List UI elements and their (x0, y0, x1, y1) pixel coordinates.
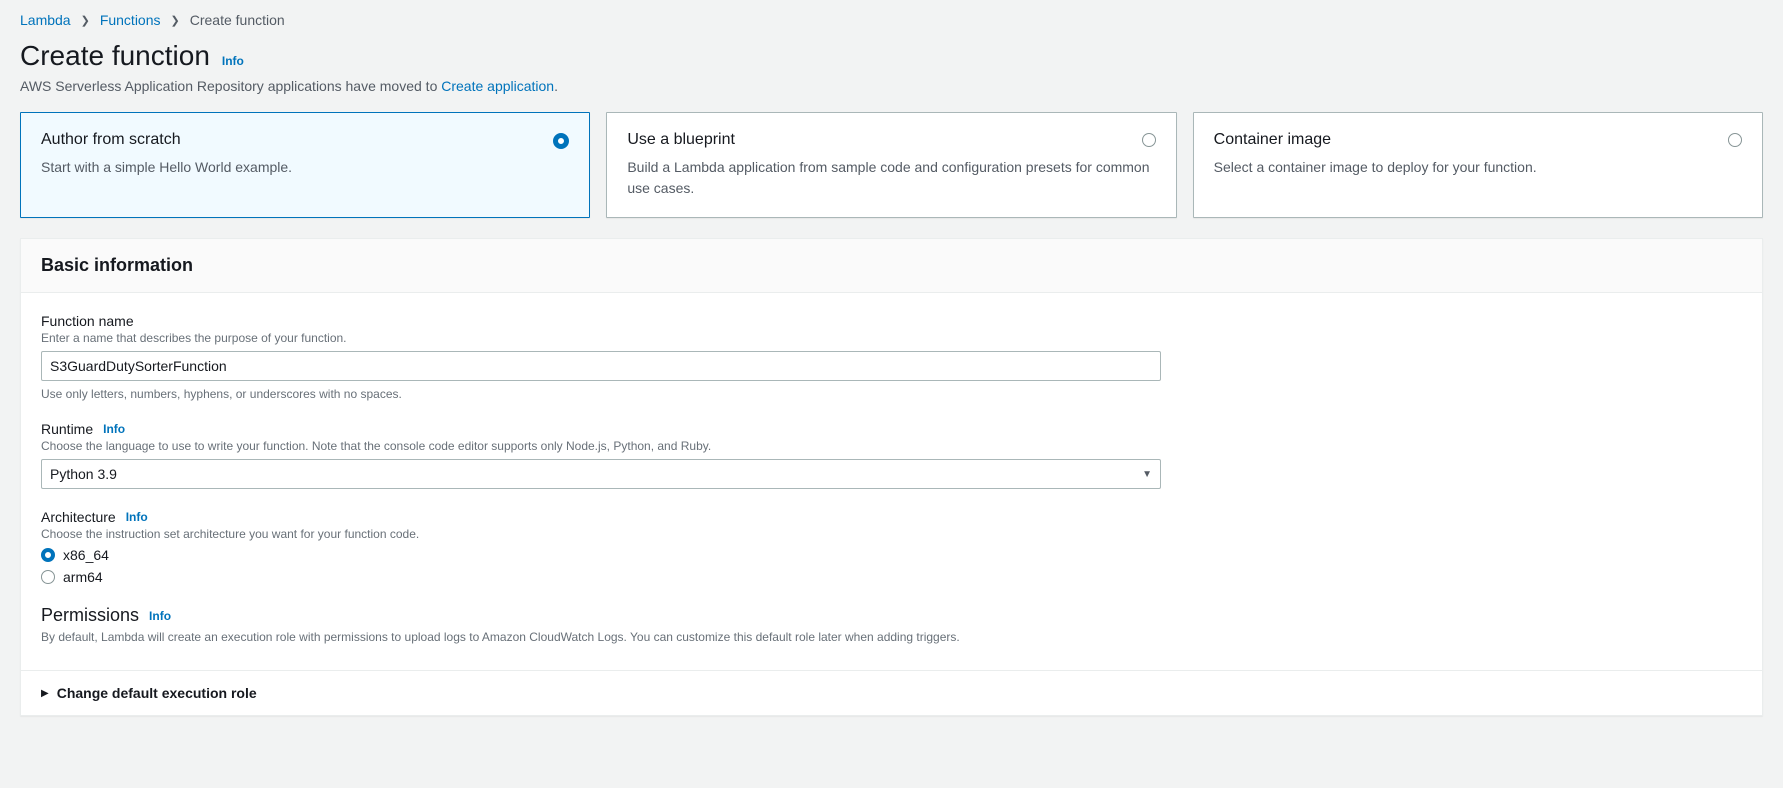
basic-information-panel: Basic information Function name Enter a … (20, 238, 1763, 716)
runtime-value: Python 3.9 (50, 466, 117, 482)
page-info-link[interactable]: Info (222, 54, 244, 68)
runtime-select[interactable]: Python 3.9 ▼ (41, 459, 1161, 489)
card-title: Use a blueprint (627, 131, 1155, 149)
runtime-hint: Choose the language to use to write your… (41, 439, 1742, 453)
chevron-right-icon: ❯ (81, 14, 90, 27)
panel-header: Basic information (21, 239, 1762, 293)
breadcrumb: Lambda ❯ Functions ❯ Create function (20, 12, 1763, 28)
panel-body: Function name Enter a name that describe… (21, 293, 1762, 670)
radio-unselected-icon (41, 570, 55, 584)
runtime-group: Runtime Info Choose the language to use … (41, 421, 1742, 489)
architecture-info-link[interactable]: Info (126, 510, 148, 524)
creation-mode-cards: Author from scratch Start with a simple … (20, 112, 1763, 218)
page-subtitle: AWS Serverless Application Repository ap… (20, 78, 1763, 94)
architecture-option-x86[interactable]: x86_64 (41, 547, 1742, 563)
radio-unselected-icon (1142, 133, 1156, 147)
page-title-row: Create function Info (20, 40, 1763, 72)
architecture-hint: Choose the instruction set architecture … (41, 527, 1742, 541)
function-name-note: Use only letters, numbers, hyphens, or u… (41, 387, 1742, 401)
breadcrumb-current: Create function (190, 12, 285, 28)
architecture-option-arm[interactable]: arm64 (41, 569, 1742, 585)
card-author-from-scratch[interactable]: Author from scratch Start with a simple … (20, 112, 590, 218)
panel-heading: Basic information (41, 255, 1742, 276)
runtime-label: Runtime (41, 421, 93, 437)
breadcrumb-lambda[interactable]: Lambda (20, 12, 71, 28)
architecture-group: Architecture Info Choose the instruction… (41, 509, 1742, 585)
card-container-image[interactable]: Container image Select a container image… (1193, 112, 1763, 218)
card-title: Container image (1214, 131, 1742, 149)
card-title: Author from scratch (41, 131, 569, 149)
card-use-blueprint[interactable]: Use a blueprint Build a Lambda applicati… (606, 112, 1176, 218)
runtime-info-link[interactable]: Info (103, 422, 125, 436)
function-name-input[interactable] (41, 351, 1161, 381)
card-desc: Select a container image to deploy for y… (1214, 157, 1742, 178)
function-name-group: Function name Enter a name that describe… (41, 313, 1742, 401)
create-application-link[interactable]: Create application (441, 78, 554, 94)
change-default-execution-role-expander[interactable]: ▶ Change default execution role (21, 670, 1762, 715)
card-desc: Build a Lambda application from sample c… (627, 157, 1155, 199)
function-name-label: Function name (41, 313, 134, 329)
permissions-label: Permissions (41, 605, 139, 626)
chevron-right-icon: ❯ (171, 14, 180, 27)
radio-unselected-icon (1728, 133, 1742, 147)
caret-down-icon: ▼ (1142, 469, 1152, 480)
architecture-label: Architecture (41, 509, 116, 525)
subtitle-prefix: AWS Serverless Application Repository ap… (20, 78, 441, 94)
function-name-hint: Enter a name that describes the purpose … (41, 331, 1742, 345)
permissions-info-link[interactable]: Info (149, 609, 171, 623)
radio-selected-icon (41, 548, 55, 562)
permissions-desc: By default, Lambda will create an execut… (41, 630, 1742, 644)
expander-label: Change default execution role (57, 685, 257, 701)
subtitle-suffix: . (554, 78, 558, 94)
architecture-option-label: x86_64 (63, 547, 109, 563)
breadcrumb-functions[interactable]: Functions (100, 12, 161, 28)
card-desc: Start with a simple Hello World example. (41, 157, 569, 178)
permissions-group: Permissions Info By default, Lambda will… (41, 605, 1742, 644)
architecture-option-label: arm64 (63, 569, 103, 585)
page-title: Create function (20, 40, 210, 72)
triangle-right-icon: ▶ (41, 688, 49, 699)
